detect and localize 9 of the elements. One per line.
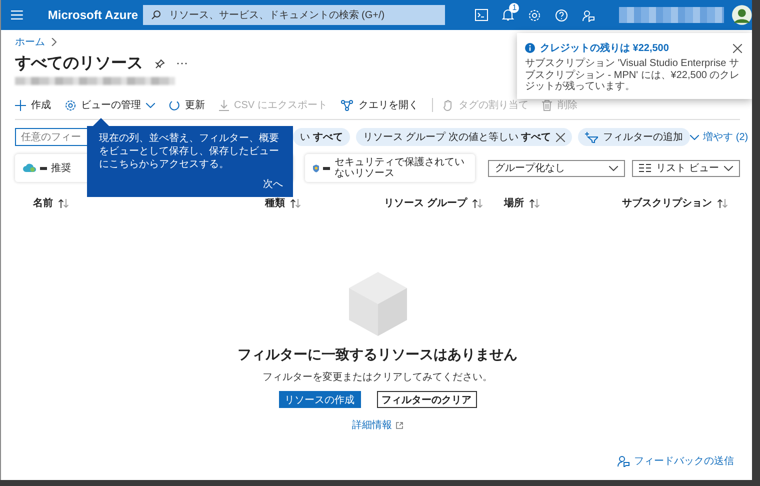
empty-state-message: フィルターを変更またはクリアしてみてください。	[262, 370, 492, 384]
card-text: 推奨	[51, 162, 71, 175]
notification-title: クレジットの残りは ¥22,500	[540, 42, 669, 55]
empty-state-title: フィルターに一致するリソースはありません	[238, 346, 518, 364]
card-text: セキュリティで保護されていないリソース	[334, 157, 466, 179]
notification-message: サブスクリプション 'Visual Studio Enterprise サブスクリプション - MPN' には、¥22,500 のクレジットが残っています。	[525, 58, 741, 92]
page-title: すべてのリソース	[15, 54, 143, 74]
tooltip-text: 現在の列、並べ替え、フィルター、概要をビューとして保存し、保存したビューにこちらからアクセスする。	[99, 132, 280, 171]
notification-badge: 1	[509, 2, 520, 12]
